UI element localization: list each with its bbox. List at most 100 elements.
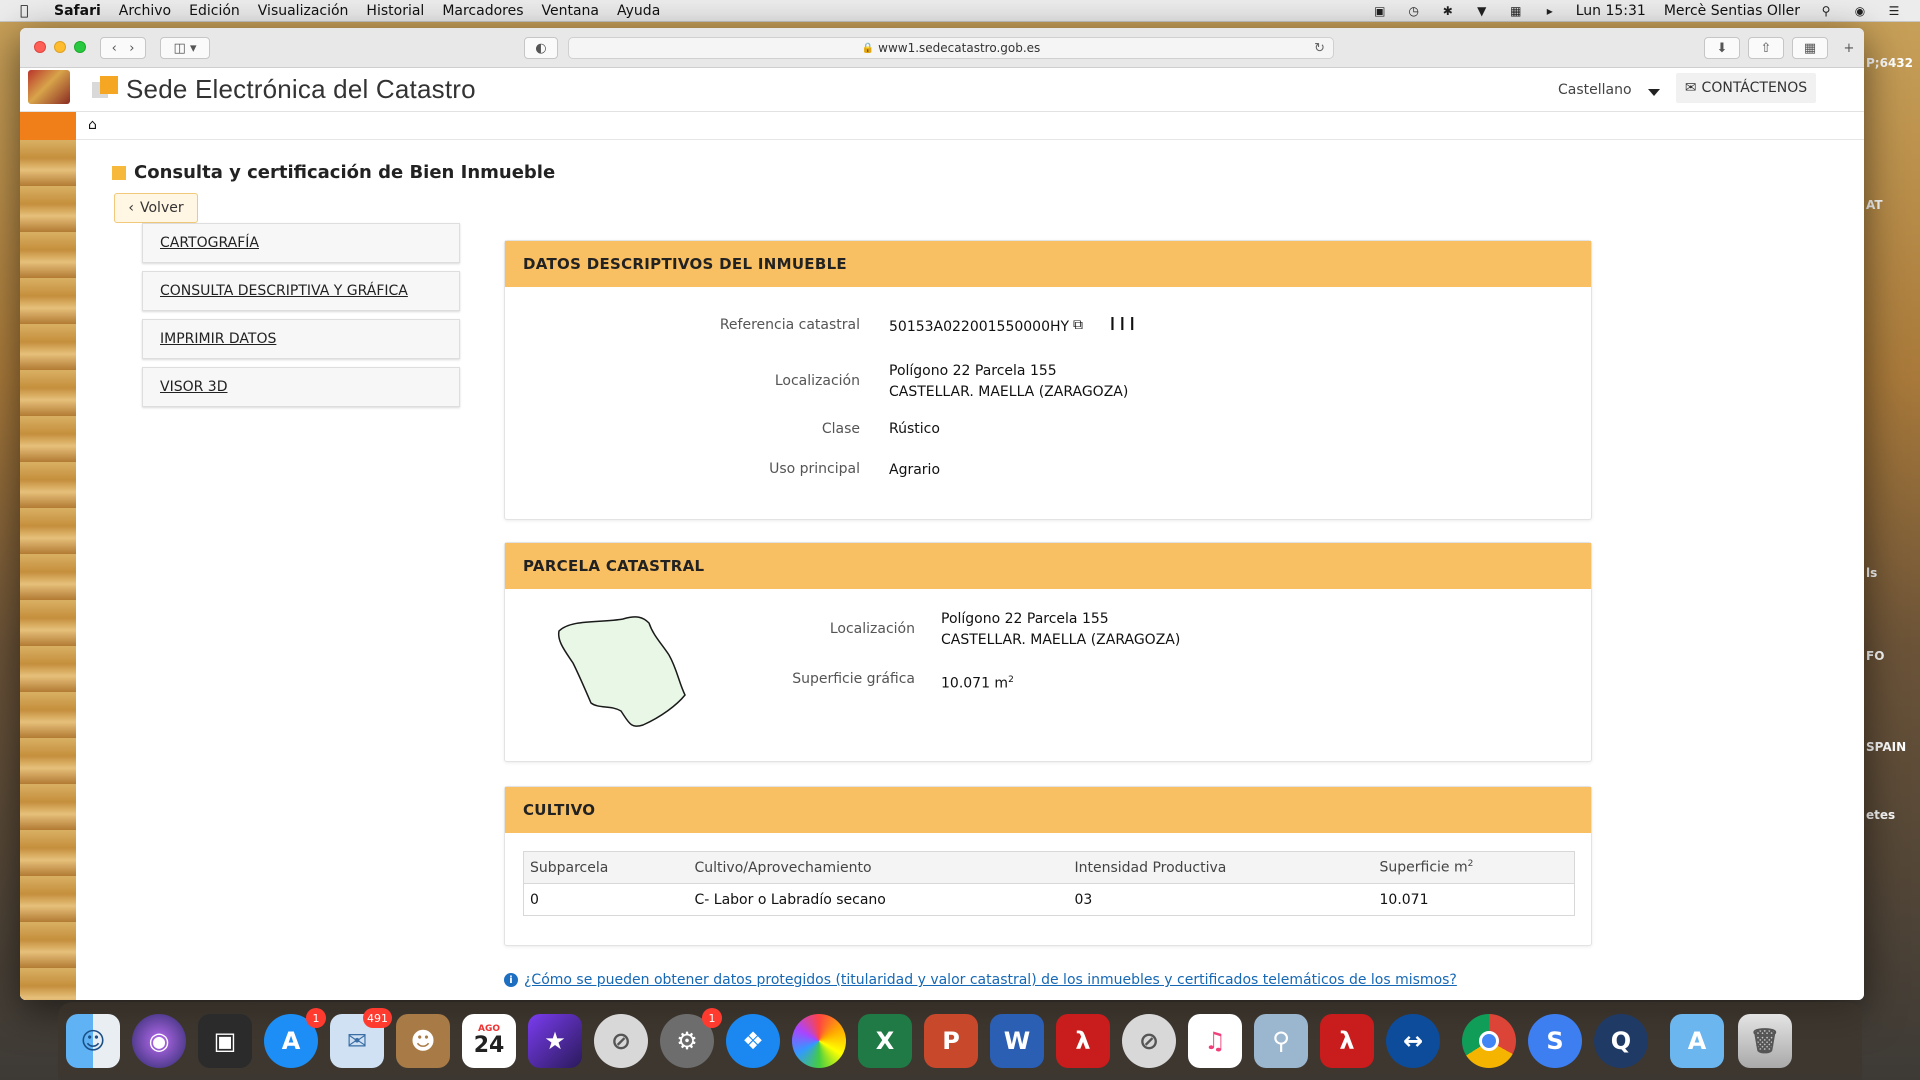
menu-ventana[interactable]: Ventana	[542, 3, 600, 19]
back-forward-buttons[interactable]: ‹ ›	[100, 37, 146, 59]
excel-icon[interactable]: X	[858, 1014, 912, 1068]
minimize-window-button[interactable]	[54, 41, 66, 53]
parcel-shape[interactable]	[551, 613, 701, 743]
photo-booth-icon[interactable]: ▣	[198, 1014, 252, 1068]
spotlight-icon[interactable]: ⚲	[1818, 4, 1834, 18]
powerpoint-icon[interactable]: P	[924, 1014, 978, 1068]
trash-icon[interactable]: 🗑	[1738, 1014, 1792, 1068]
disabled-app-icon-2[interactable]: ⊘	[1122, 1014, 1176, 1068]
side-menu-imprimir[interactable]: IMPRIMIR DATOS	[142, 319, 460, 359]
input-source-icon[interactable]: ▦	[1508, 4, 1524, 18]
siri-icon[interactable]: ◉	[1852, 4, 1868, 18]
sidebar-toggle-button[interactable]: ◫ ▾	[160, 37, 210, 59]
info-link[interactable]: i ¿Cómo se pueden obtener datos protegid…	[504, 972, 1457, 988]
quicktime-icon[interactable]: Q	[1594, 1014, 1648, 1068]
menu-visualizacion[interactable]: Visualización	[258, 3, 349, 19]
app-store-icon[interactable]: A1	[264, 1008, 326, 1068]
notification-center-icon[interactable]: ☰	[1886, 4, 1902, 18]
menu-bar:  Safari Archivo Edición Visualización H…	[0, 0, 1920, 22]
copy-icon[interactable]: ⧉	[1073, 315, 1083, 336]
cultivo-heading: CULTIVO	[505, 787, 1591, 833]
word-icon[interactable]: W	[990, 1014, 1044, 1068]
orange-accent-block	[20, 112, 76, 140]
lock-icon: 🔒	[861, 42, 875, 54]
info-link-text[interactable]: ¿Cómo se pueden obtener datos protegidos…	[524, 972, 1457, 988]
chevron-down-icon: ▾	[189, 40, 197, 56]
col-superficie-text: Superficie m	[1379, 859, 1468, 876]
disabled-app-icon[interactable]: ⊘	[594, 1014, 648, 1068]
photos-icon[interactable]	[792, 1014, 846, 1068]
barcode-icon[interactable]: ❙❙❙	[1107, 313, 1138, 334]
siri-icon[interactable]: ◉	[132, 1014, 186, 1068]
menu-app-name[interactable]: Safari	[54, 3, 101, 19]
music-icon[interactable]: ♫	[1188, 1014, 1242, 1068]
parcela-loc-line2: CASTELLAR. MAELLA (ZARAGOZA)	[941, 632, 1181, 648]
chevron-left-icon[interactable]: ‹	[112, 41, 117, 56]
cultivo-panel: CULTIVO Subparcela Cultivo/Aprovechamien…	[504, 786, 1592, 946]
clase-label: Clase	[821, 421, 860, 437]
menu-clock[interactable]: Lun 15:31	[1576, 3, 1646, 19]
menu-user[interactable]: Mercè Sentias Oller	[1664, 3, 1800, 19]
display-icon[interactable]: ▣	[1372, 4, 1388, 18]
privacy-report-button[interactable]: ◐	[524, 37, 558, 59]
contact-label: CONTÁCTENOS	[1701, 80, 1808, 96]
side-menu-cartografia[interactable]: CARTOGRAFÍA	[142, 223, 460, 263]
ref-value: 50153A022001550000HY	[889, 319, 1070, 335]
finder-icon[interactable]: ☺	[66, 1014, 120, 1068]
apple-menu-icon[interactable]: 	[20, 3, 40, 19]
contact-button[interactable]: ✉ CONTÁCTENOS	[1676, 73, 1816, 103]
page-title-text: Consulta y certificación de Bien Inmuebl…	[134, 162, 556, 183]
caret-down-icon[interactable]	[1648, 89, 1660, 96]
side-menu-consulta[interactable]: CONSULTA DESCRIPTIVA Y GRÁFICA	[142, 271, 460, 311]
time-machine-icon[interactable]: ◷	[1406, 4, 1422, 18]
wifi-icon[interactable]: ▼	[1474, 4, 1490, 18]
col-cultivo: Cultivo/Aprovechamiento	[688, 851, 1069, 884]
sidebar-icon: ◫	[173, 40, 186, 56]
menu-archivo[interactable]: Archivo	[119, 3, 171, 19]
zoom-window-button[interactable]	[74, 41, 86, 53]
applications-folder-icon[interactable]: A	[1670, 1014, 1724, 1068]
site-title[interactable]: Sede Electrónica del Catastro	[126, 74, 476, 105]
decorative-side-image	[20, 140, 76, 1000]
chevron-right-icon[interactable]: ›	[129, 41, 134, 56]
back-button[interactable]: ‹ Volver	[114, 193, 198, 223]
side-menu-visor-3d[interactable]: VISOR 3D	[142, 367, 460, 407]
menu-historial[interactable]: Historial	[366, 3, 424, 19]
imovie-icon[interactable]: ★	[528, 1014, 582, 1068]
mail-icon[interactable]: ✉ 491	[330, 1008, 392, 1068]
tab-overview-button[interactable]: ▦	[1792, 37, 1828, 59]
home-icon[interactable]: ⌂	[88, 117, 97, 133]
uso-label: Uso principal	[769, 461, 860, 477]
reload-icon[interactable]: ↻	[1314, 41, 1325, 56]
table-header-row: Subparcela Cultivo/Aprovechamiento Inten…	[523, 851, 1575, 884]
page-title: Consulta y certificación de Bien Inmuebl…	[112, 162, 555, 183]
chrome-icon[interactable]	[1462, 1014, 1516, 1068]
coat-of-arms-logo[interactable]	[28, 70, 70, 104]
bluetooth-icon[interactable]: ✱	[1440, 4, 1456, 18]
volume-icon[interactable]: ▸	[1542, 4, 1558, 18]
chevron-left-icon: ‹	[128, 200, 134, 216]
menu-ayuda[interactable]: Ayuda	[617, 3, 660, 19]
acrobat-reader-icon[interactable]: λ	[1320, 1014, 1374, 1068]
parcela-catastral-panel: PARCELA CATASTRAL Localización Polígono …	[504, 542, 1592, 762]
contacts-icon[interactable]: ☻	[396, 1014, 450, 1068]
menu-edicion[interactable]: Edición	[189, 3, 240, 19]
teamviewer-icon[interactable]: ↔	[1386, 1014, 1440, 1068]
acrobat-icon[interactable]: λ	[1056, 1014, 1110, 1068]
menu-marcadores[interactable]: Marcadores	[442, 3, 523, 19]
calendar-day: 24	[473, 1033, 505, 1058]
grid-icon: ▦	[1803, 40, 1817, 56]
catastro-logo-icon[interactable]	[92, 76, 118, 102]
safari-icon[interactable]: ❖	[726, 1014, 780, 1068]
skype-icon[interactable]: S	[1528, 1014, 1582, 1068]
system-preferences-icon[interactable]: ⚙ 1	[660, 1008, 722, 1068]
parcela-heading: PARCELA CATASTRAL	[505, 543, 1591, 589]
calendar-icon[interactable]: AGO 24	[462, 1014, 516, 1068]
close-window-button[interactable]	[34, 41, 46, 53]
language-selector[interactable]: Castellano	[1558, 82, 1632, 98]
share-button[interactable]: ⇧	[1748, 37, 1784, 59]
new-tab-button[interactable]: +	[1838, 37, 1860, 59]
address-bar[interactable]: 🔒 www1.sedecatastro.gob.es ↻	[568, 37, 1334, 59]
downloads-button[interactable]: ⬇	[1704, 37, 1740, 59]
preview-icon[interactable]: ⚲	[1254, 1014, 1308, 1068]
